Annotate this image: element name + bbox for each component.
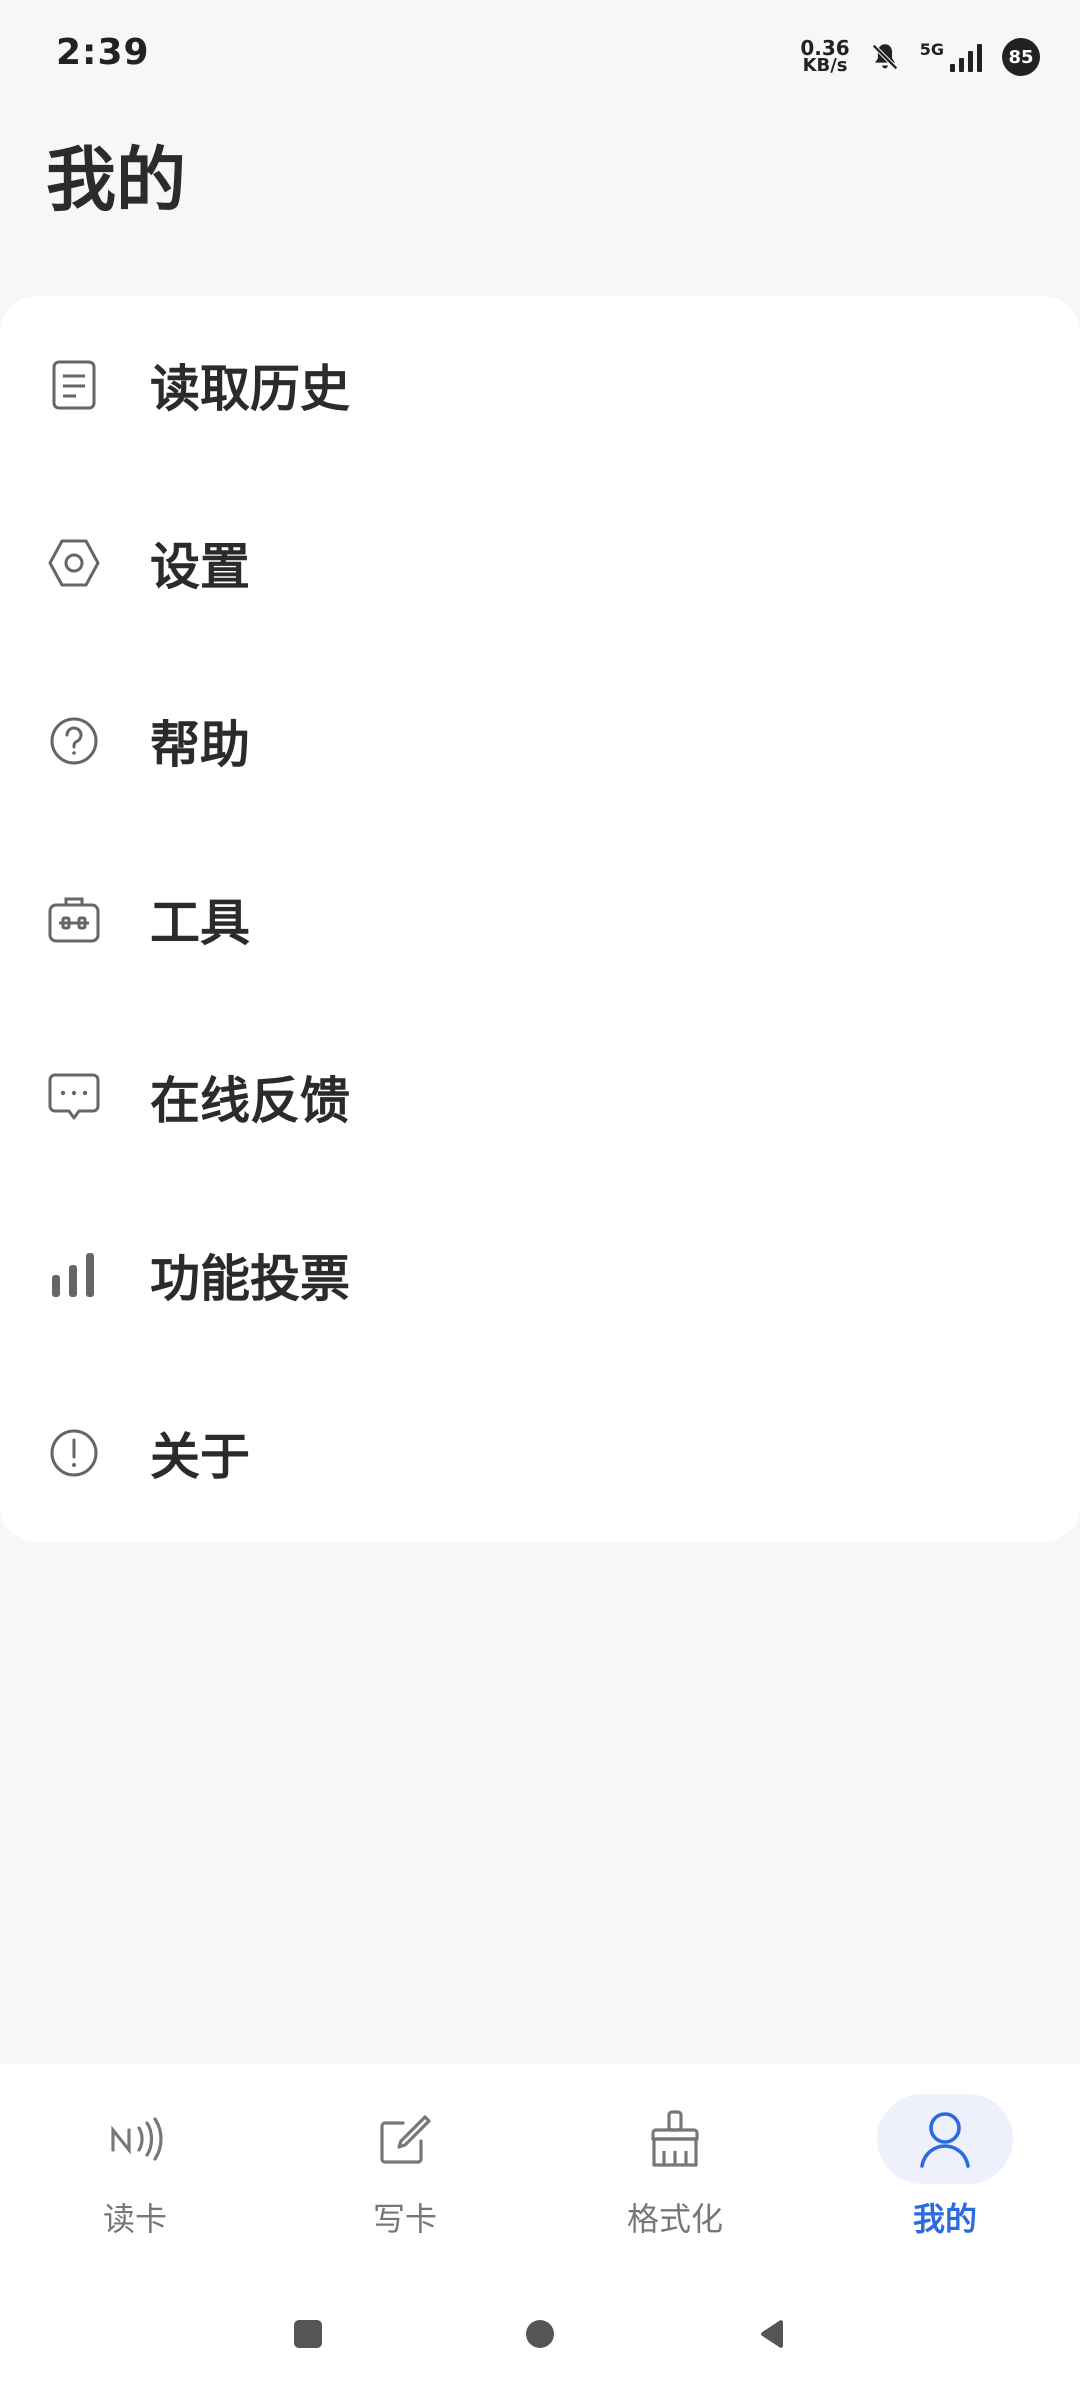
- menu-item-label: 工具: [150, 894, 250, 952]
- tab-write-card[interactable]: 写卡: [270, 2094, 540, 2264]
- tab-label: 读卡: [102, 2200, 167, 2238]
- back-button[interactable]: [752, 2314, 792, 2354]
- menu-item-feedback[interactable]: 在线反馈: [0, 1008, 1080, 1186]
- menu-item-tools[interactable]: 工具: [0, 830, 1080, 1008]
- info-exclamation-icon: [46, 1425, 102, 1481]
- menu-item-label: 在线反馈: [150, 1072, 350, 1130]
- status-bar: 2:39 0.36 KB/s 5G 85: [0, 0, 1080, 110]
- battery-indicator: 85: [1002, 38, 1040, 76]
- page-title: 我的: [46, 139, 186, 221]
- menu-item-settings[interactable]: 设置: [0, 474, 1080, 652]
- bell-muted-icon: [868, 40, 902, 74]
- signal-indicator: 5G: [920, 42, 984, 72]
- menu-card: 读取历史 设置 帮助 工具 在线反馈 功能投票 关于: [0, 296, 1080, 1542]
- menu-item-label: 功能投票: [150, 1250, 350, 1308]
- nfc-icon: [67, 2094, 203, 2184]
- status-icons: 0.36 KB/s 5G 85: [800, 32, 1040, 82]
- network-type: 5G: [919, 40, 944, 59]
- bar-chart-icon: [46, 1247, 102, 1303]
- network-speed: 0.36 KB/s: [800, 38, 849, 76]
- menu-item-label: 关于: [150, 1428, 250, 1486]
- menu-item-help[interactable]: 帮助: [0, 652, 1080, 830]
- menu-item-label: 设置: [150, 538, 250, 596]
- menu-item-about[interactable]: 关于: [0, 1364, 1080, 1542]
- signal-icon: [950, 44, 982, 72]
- toolbox-icon: [46, 891, 102, 947]
- menu-item-feature-vote[interactable]: 功能投票: [0, 1186, 1080, 1364]
- chat-bubble-icon: [46, 1069, 102, 1125]
- tab-label: 写卡: [372, 2200, 437, 2238]
- status-time: 2:39: [56, 32, 150, 73]
- help-icon: [46, 713, 102, 769]
- menu-item-read-history[interactable]: 读取历史: [0, 296, 1080, 474]
- tab-mine[interactable]: 我的: [810, 2094, 1080, 2264]
- network-speed-unit: KB/s: [802, 55, 848, 76]
- menu-item-label: 帮助: [150, 716, 250, 774]
- person-icon: [877, 2094, 1013, 2184]
- tab-format[interactable]: 格式化: [540, 2094, 810, 2264]
- settings-hexagon-icon: [46, 535, 102, 591]
- system-navigation-bar: [0, 2300, 1080, 2370]
- menu-item-label: 读取历史: [150, 360, 350, 418]
- tab-label: 格式化: [626, 2200, 723, 2238]
- brush-icon: [607, 2094, 743, 2184]
- recent-apps-button[interactable]: [288, 2314, 328, 2354]
- tab-read-card[interactable]: 读卡: [0, 2094, 270, 2264]
- tab-label: 我的: [912, 2200, 977, 2238]
- home-button[interactable]: [520, 2314, 560, 2354]
- document-icon: [46, 357, 102, 413]
- edit-icon: [337, 2094, 473, 2184]
